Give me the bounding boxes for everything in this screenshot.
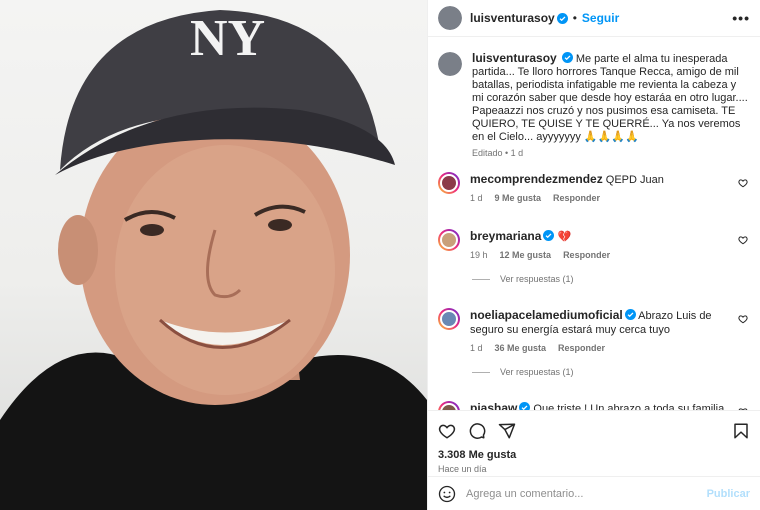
caption-block: luisventurasoy Me parte el alma tu inesp… — [438, 52, 750, 158]
comment-text: 💔 — [557, 231, 572, 243]
comment-likes[interactable]: 12 Me gusta — [500, 250, 552, 260]
comment-icon[interactable] — [468, 422, 486, 440]
separator-dot: • — [572, 11, 577, 25]
view-replies-label: Ver respuestas (1) — [500, 367, 574, 377]
view-replies-button[interactable]: Ver respuestas (1) — [472, 274, 750, 284]
commenter-avatar[interactable] — [438, 172, 460, 194]
commenter-username[interactable]: piashaw — [470, 401, 517, 410]
comment-text: QEPD Juan — [605, 174, 664, 186]
post-panel: luisventurasoy • Seguir ••• luisventuras… — [427, 0, 760, 510]
comment-item: noeliapacelamediumoficial Abrazo Luis de… — [438, 308, 750, 355]
author-avatar[interactable] — [438, 52, 462, 76]
like-icon[interactable] — [438, 422, 456, 440]
verified-icon — [561, 52, 573, 63]
comment-likes[interactable]: 9 Me gusta — [495, 193, 542, 203]
commenter-username[interactable]: mecomprendezmendez — [470, 172, 603, 186]
view-replies-button[interactable]: Ver respuestas (1) — [472, 367, 750, 377]
comment-item: mecomprendezmendez QEPD Juan 1 d 9 Me gust… — [438, 172, 750, 205]
commenter-username[interactable]: noeliapacelamediumoficial — [470, 308, 623, 322]
caption-body: Me parte el alma tu inesperada partida..… — [472, 53, 748, 143]
comment-like-icon[interactable] — [738, 314, 748, 324]
commenter-avatar[interactable] — [438, 401, 460, 410]
comment-time: 1 d — [470, 193, 483, 203]
caption-username[interactable]: luisventurasoy — [472, 51, 557, 65]
verified-icon — [624, 309, 636, 320]
likes-count[interactable]: 3.308 Me gusta — [438, 449, 750, 461]
comment-body: mecomprendezmendez QEPD Juan 1 d 9 Me gust… — [470, 172, 750, 205]
post-time: Hace un día — [438, 464, 487, 474]
comment-likes[interactable]: 36 Me gusta — [495, 343, 547, 353]
comment-item: piashaw Que triste ! Un abrazo a toda su… — [438, 401, 750, 410]
comment-meta: 1 d 9 Me gusta Responder — [470, 191, 726, 205]
comment-time: 1 d — [470, 343, 483, 353]
post-header: luisventurasoy • Seguir ••• — [428, 0, 760, 37]
comment-items: mecomprendezmendez QEPD Juan 1 d 9 Me gust… — [438, 172, 750, 410]
comment-body: noeliapacelamediumoficial Abrazo Luis de… — [470, 308, 750, 355]
save-icon[interactable] — [732, 422, 750, 440]
verified-icon — [519, 402, 531, 410]
emoji-icon[interactable] — [438, 485, 456, 503]
author-avatar[interactable] — [438, 6, 462, 30]
comments-list[interactable]: luisventurasoy Me parte el alma tu inesp… — [428, 38, 760, 410]
comment-input[interactable] — [466, 487, 697, 500]
author-username[interactable]: luisventurasoy — [470, 11, 555, 25]
post-photo: NY — [0, 0, 427, 510]
reply-button[interactable]: Responder — [553, 193, 600, 203]
commenter-username[interactable]: breymariana — [470, 229, 541, 243]
publish-button[interactable]: Publicar — [707, 488, 750, 500]
caption-text: luisventurasoy Me parte el alma tu inesp… — [472, 52, 750, 144]
follow-button[interactable]: Seguir — [582, 11, 619, 25]
comment-body: breymariana 💔 19 h 12 Me gusta Responder — [470, 229, 750, 262]
replies-divider — [472, 371, 490, 373]
comment-like-icon[interactable] — [738, 235, 748, 245]
reply-button[interactable]: Responder — [558, 343, 605, 353]
comment-meta: 1 d 36 Me gusta Responder — [470, 341, 726, 355]
verified-icon — [543, 230, 555, 241]
comment-meta: 19 h 12 Me gusta Responder — [470, 248, 726, 262]
more-options-icon[interactable]: ••• — [732, 10, 750, 26]
caption-meta: Editado • 1 d — [472, 148, 524, 158]
comment-time: 19 h — [470, 250, 488, 260]
reply-button[interactable]: Responder — [563, 250, 610, 260]
comment-composer: Publicar — [428, 476, 760, 510]
commenter-avatar[interactable] — [438, 308, 460, 330]
verified-icon — [556, 12, 568, 24]
view-replies-label: Ver respuestas (1) — [500, 274, 574, 284]
comment-item: breymariana 💔 19 h 12 Me gusta Responder — [438, 229, 750, 262]
share-icon[interactable] — [498, 422, 516, 440]
replies-divider — [472, 278, 490, 280]
comment-like-icon[interactable] — [738, 178, 748, 188]
svg-text:NY: NY — [190, 10, 265, 67]
comment-body: piashaw Que triste ! Un abrazo a toda su… — [470, 401, 750, 410]
commenter-avatar[interactable] — [438, 229, 460, 251]
